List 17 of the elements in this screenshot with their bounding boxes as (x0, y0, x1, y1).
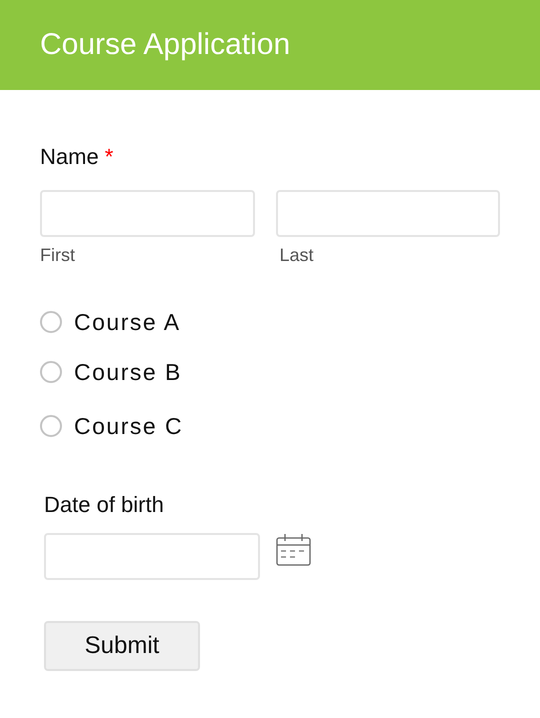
radio-button[interactable] (40, 311, 62, 333)
radio-option[interactable]: Course A (40, 302, 500, 342)
date-field[interactable] (44, 533, 260, 580)
text-field[interactable] (40, 190, 255, 237)
radio-button[interactable] (40, 361, 62, 383)
required-asterisk: * (104, 146, 114, 168)
submit-button[interactable]: Submit (44, 621, 200, 671)
radio-option[interactable]: Course B (40, 352, 500, 392)
form-title: Course Application (40, 30, 290, 60)
calendar-icon[interactable] (276, 533, 312, 567)
radio-button[interactable] (40, 415, 62, 437)
field-sublabel: Last (278, 246, 315, 264)
field-label: Date of birth (44, 494, 165, 516)
field-sublabel: First (40, 246, 76, 264)
text-field[interactable] (276, 190, 500, 237)
radio-option[interactable]: Course C (40, 406, 500, 446)
field-label: Name (40, 146, 99, 168)
